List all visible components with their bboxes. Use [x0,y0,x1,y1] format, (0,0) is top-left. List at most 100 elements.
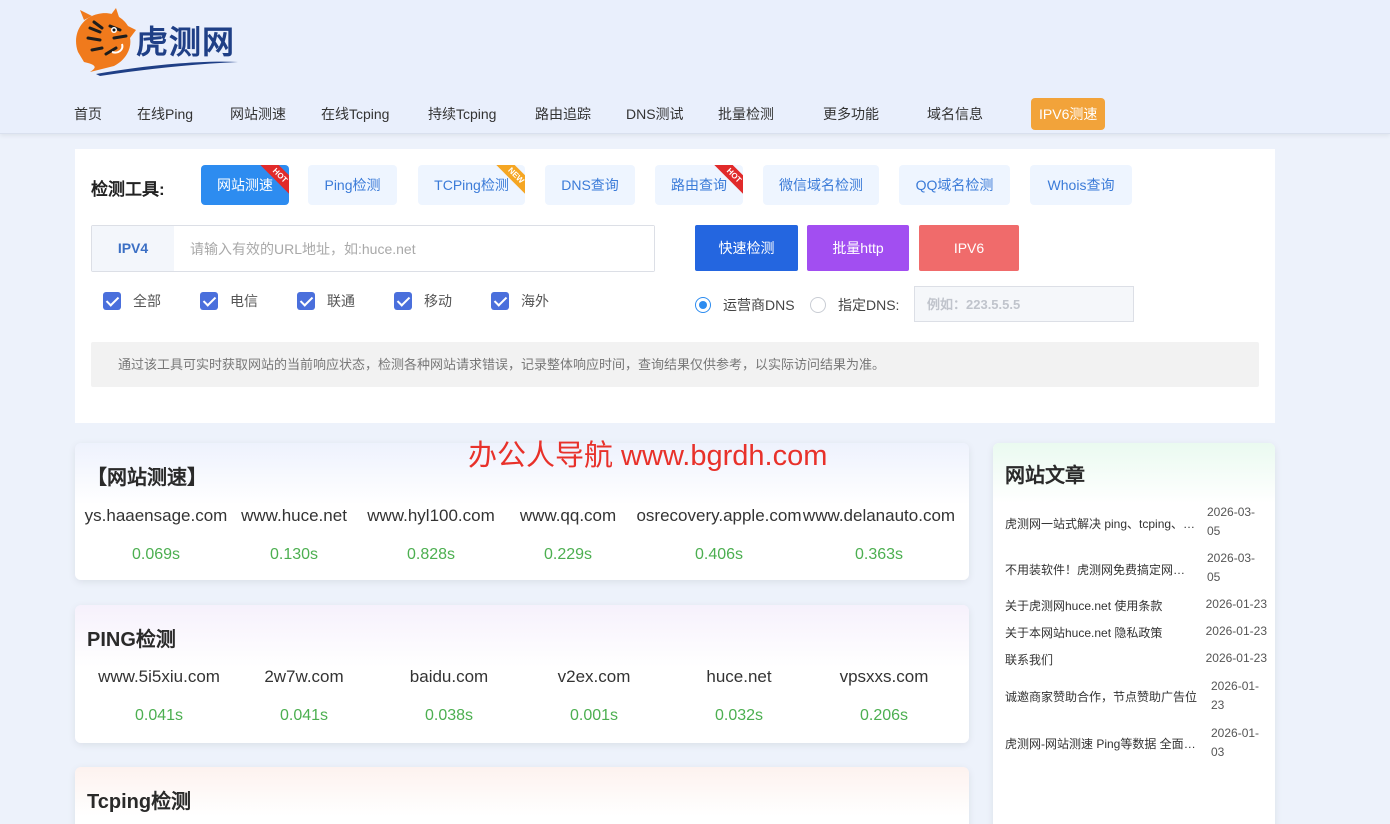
tools-panel: 检测工具: 网站测速 HOT Ping检测 TCPing检测 NEW DNS查询… [75,149,1275,423]
article-date: 2026-03-05 [1207,551,1256,584]
brand-name: 虎测网 [136,24,236,60]
site-header: 虎测网 首页 在线Ping 网站测速 在线Tcping 持续Tcping 路由追… [0,0,1390,134]
radio-carrier-dns[interactable]: 运营商DNS [695,295,795,315]
ping-result-item[interactable]: baidu.com 0.038s [379,667,519,725]
nav-continuous-tcping[interactable]: 持续Tcping [428,98,496,130]
line-checkbox-overseas[interactable]: 海外 [491,291,549,311]
result-time: 0.363s [854,546,904,563]
result-domain: www.delanauto.com [802,506,956,525]
nav-home[interactable]: 首页 [74,98,102,130]
checkbox-checked-icon [491,292,509,310]
ping-result-item[interactable]: www.5i5xiu.com 0.041s [89,667,229,725]
checkbox-label: 全部 [133,293,161,309]
result-domain: www.5i5xiu.com [98,667,220,686]
result-domain: vpsxxs.com [839,667,929,686]
nav-ping[interactable]: 在线Ping [137,98,193,130]
article-item[interactable]: 不用装软件！虎测网免费搞定网站测速 2026-03-05 [1005,549,1267,589]
result-time: 0.828s [406,546,456,563]
quick-check-button[interactable]: 快速检测 [695,225,798,271]
batch-http-button[interactable]: 批量http [807,225,909,271]
article-date: 2026-01-23 [1205,597,1267,611]
speed-result-item[interactable]: ys.haaensage.com 0.069s [77,506,235,564]
tool-ping[interactable]: Ping检测 [308,165,397,205]
article-item[interactable]: 诚邀商家赞助合作，节点赞助广告位 2026-01-23 [1005,677,1267,717]
line-checkbox-mobile[interactable]: 移动 [394,291,452,311]
tool-label: DNS查询 [561,177,619,193]
speed-result-item[interactable]: www.huce.net 0.130s [225,506,363,564]
result-domain: osrecovery.apple.com [636,506,802,525]
ping-result-item[interactable]: huce.net 0.032s [669,667,809,725]
radio-label: 运营商DNS [723,297,795,313]
speed-card-title: 【网站测速】 [87,467,207,489]
result-domain: 2w7w.com [264,667,344,686]
ping-result-item[interactable]: v2ex.com 0.001s [524,667,664,725]
tool-dns-query[interactable]: DNS查询 [545,165,635,205]
tool-label: Ping检测 [324,177,381,193]
article-item[interactable]: 联系我们 2026-01-23 [1005,651,1267,671]
custom-dns-input[interactable] [914,286,1134,322]
article-title: 不用装软件！虎测网免费搞定网站测速 [1005,563,1197,577]
result-time: 0.406s [694,546,744,563]
article-date: 2026-01-23 [1205,624,1267,638]
radio-selected-icon [695,297,711,313]
tool-route-query[interactable]: 路由查询 HOT [655,165,743,205]
tool-whois[interactable]: Whois查询 [1030,165,1132,205]
ping-result-item[interactable]: vpsxxs.com 0.206s [814,667,954,725]
nav-traceroute[interactable]: 路由追踪 [535,98,591,130]
line-checkbox-all[interactable]: 全部 [103,291,161,311]
line-checkbox-telecom[interactable]: 电信 [200,291,258,311]
tcping-results-card: Tcping检测 [75,767,969,824]
nav-more[interactable]: 更多功能 [823,98,879,130]
article-item[interactable]: 虎测网一站式解决 ping、tcping、路由追踪 2026-03-05 [1005,503,1267,543]
result-time: 0.038s [424,707,474,724]
ip-version-selector[interactable]: IPV4 [92,226,174,271]
article-item[interactable]: 虎测网-网站测速 Ping等数据 全面检测 2026-01-03 [1005,724,1267,764]
article-date: 2026-01-23 [1211,679,1260,712]
article-title: 虎测网-网站测速 Ping等数据 全面检测 [1005,737,1197,751]
tool-qq-domain[interactable]: QQ域名检测 [899,165,1010,205]
radio-custom-dns[interactable]: 指定DNS: [810,295,899,315]
ipv6-button[interactable]: IPV6 [919,225,1019,271]
articles-sidebar: 网站文章 虎测网一站式解决 ping、tcping、路由追踪 2026-03-0… [993,443,1275,824]
article-date: 2026-01-23 [1205,651,1267,665]
checkbox-checked-icon [394,292,412,310]
radio-unselected-icon [810,297,826,313]
speed-result-item[interactable]: www.hyl100.com 0.828s [359,506,503,564]
speed-result-item[interactable]: osrecovery.apple.com 0.406s [635,506,803,564]
ping-results-card: PING检测 www.5i5xiu.com 0.041s 2w7w.com 0.… [75,605,969,743]
speed-result-item[interactable]: www.qq.com 0.229s [505,506,631,564]
article-title: 联系我们 [1005,653,1054,667]
nav-domain-info[interactable]: 域名信息 [927,98,983,130]
result-domain: huce.net [706,667,772,686]
article-title: 诚邀商家赞助合作，节点赞助广告位 [1005,690,1197,704]
tools-label: 检测工具: [91,180,165,199]
nav-batch[interactable]: 批量检测 [718,98,774,130]
article-item[interactable]: 关于虎测网huce.net 使用条款 2026-01-23 [1005,597,1267,617]
line-checkbox-unicom[interactable]: 联通 [297,291,355,311]
nav-ipv6[interactable]: IPV6测速 [1031,98,1106,130]
article-title: 虎测网一站式解决 ping、tcping、路由追踪 [1005,517,1197,531]
tool-tcping[interactable]: TCPing检测 NEW [418,165,525,205]
article-item[interactable]: 关于本网站huce.net 隐私政策 2026-01-23 [1005,624,1267,644]
checkbox-label: 电信 [230,293,258,309]
result-time: 0.130s [269,546,319,563]
tcping-card-title: Tcping检测 [87,791,192,813]
result-time: 0.041s [279,707,329,724]
tool-website-speed[interactable]: 网站测速 HOT [201,165,289,205]
nav-dns[interactable]: DNS测试 [626,98,684,130]
tool-label: 网站测速 [217,177,273,193]
tool-wechat-domain[interactable]: 微信域名检测 [763,165,879,205]
tool-description: 通过该工具可实时获取网站的当前响应状态，检测各种网站请求错误，记录整体响应时间，… [91,342,1259,387]
result-domain: www.hyl100.com [367,506,495,525]
checkbox-label: 移动 [424,293,452,309]
ping-result-item[interactable]: 2w7w.com 0.041s [234,667,374,725]
url-input[interactable] [174,226,654,271]
result-time: 0.041s [134,707,184,724]
nav-tcping[interactable]: 在线Tcping [321,98,389,130]
result-domain: v2ex.com [557,667,631,686]
nav-speed[interactable]: 网站测速 [230,98,286,130]
speed-result-item[interactable]: www.delanauto.com 0.363s [801,506,957,564]
checkbox-label: 联通 [327,293,355,309]
tool-label: 路由查询 [671,177,727,193]
radio-label: 指定DNS: [838,297,900,313]
